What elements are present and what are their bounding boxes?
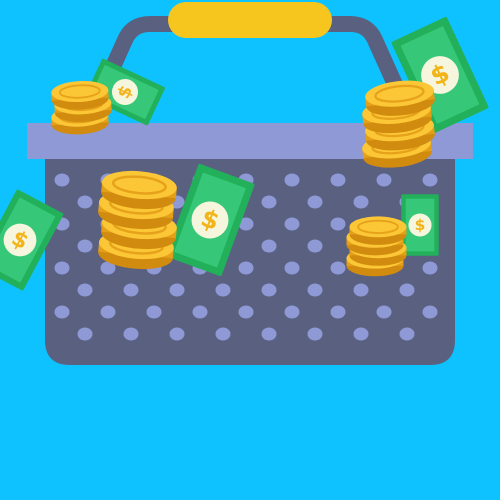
dollar-bill-right-small — [401, 194, 439, 256]
basket-dot — [261, 239, 277, 253]
basket-dot — [422, 305, 438, 319]
basket-dot — [422, 173, 438, 187]
basket-dot — [353, 195, 369, 209]
illustration: $ — [0, 0, 500, 500]
basket-dot — [77, 283, 93, 297]
basket-dot — [330, 261, 346, 275]
basket-dot — [169, 327, 185, 341]
basket-dot — [77, 195, 93, 209]
basket-dot — [169, 283, 185, 297]
basket-dot — [261, 283, 277, 297]
shopping-basket-illustration: $ — [0, 0, 500, 500]
basket-dot — [238, 261, 254, 275]
coin-stack-right-coin — [348, 215, 408, 246]
basket-dot — [307, 239, 323, 253]
basket-dot — [330, 305, 346, 319]
basket-dot — [192, 305, 208, 319]
basket-dot — [77, 239, 93, 253]
basket-dot — [215, 283, 231, 297]
basket-dot — [353, 327, 369, 341]
basket-dot — [399, 283, 415, 297]
basket-dot — [284, 217, 300, 231]
basket-dot — [215, 327, 231, 341]
basket-dot — [238, 305, 254, 319]
basket-dot — [100, 305, 116, 319]
basket-dot — [399, 327, 415, 341]
basket-dot — [307, 195, 323, 209]
basket-dot — [330, 173, 346, 187]
basket-dot — [422, 261, 438, 275]
basket-dot — [54, 261, 70, 275]
basket-dot — [123, 283, 139, 297]
basket-dot — [330, 217, 346, 231]
basket-dot — [261, 195, 277, 209]
basket-dot — [146, 305, 162, 319]
basket-dot — [353, 283, 369, 297]
basket-dot — [307, 327, 323, 341]
basket-dot — [123, 327, 139, 341]
basket-dot — [54, 173, 70, 187]
basket-dot — [54, 305, 70, 319]
basket-dot — [284, 305, 300, 319]
basket-dot — [376, 173, 392, 187]
handle-grip — [168, 2, 332, 38]
basket-dot — [284, 261, 300, 275]
basket-dot — [376, 305, 392, 319]
basket-dot — [284, 173, 300, 187]
basket-dot — [307, 283, 323, 297]
basket-dot — [261, 327, 277, 341]
basket-dot — [77, 327, 93, 341]
